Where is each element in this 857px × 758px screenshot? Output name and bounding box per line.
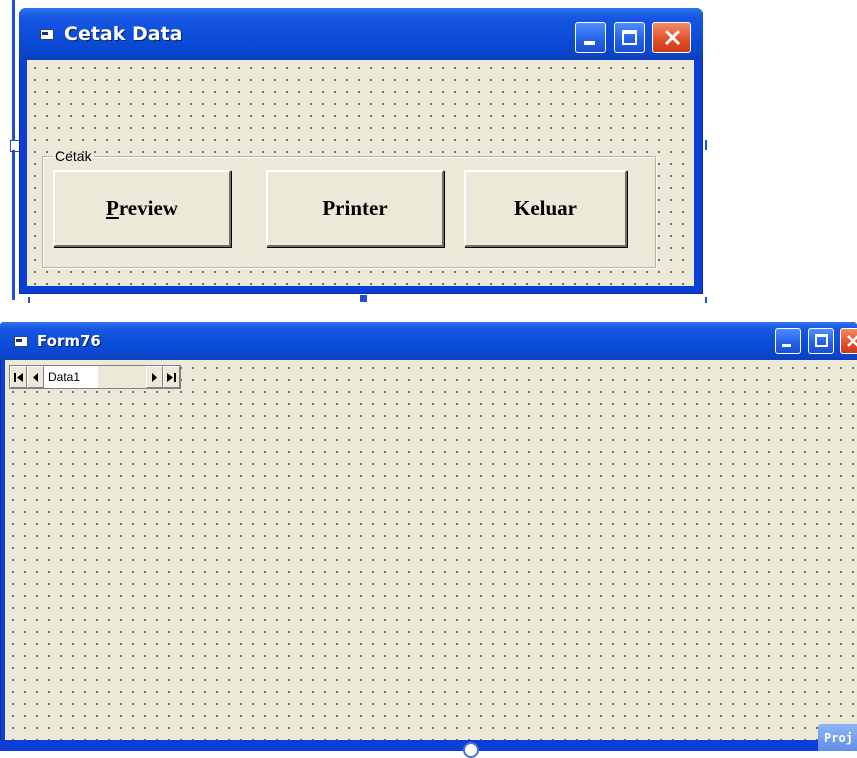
maximize-button[interactable] — [614, 22, 645, 53]
data1-spacer — [98, 366, 146, 388]
window-title: Form76 — [37, 332, 101, 350]
printer-button[interactable]: Printer — [266, 170, 444, 247]
data1-caption: Data1 — [44, 366, 98, 388]
preview-access-key: P — [106, 196, 119, 220]
resize-handle-left-bottom[interactable] — [12, 150, 15, 300]
close-icon — [664, 29, 681, 46]
frame-caption: Cetak — [55, 148, 92, 164]
preview-button[interactable]: Preview — [53, 170, 231, 247]
form76-window: Form76 Data1 — [0, 322, 857, 751]
form76-bottom-border — [0, 740, 857, 751]
minimize-button[interactable] — [575, 22, 606, 53]
maximize-button[interactable] — [808, 328, 834, 354]
cetak-data-client-area: Cetak Preview Printer Keluar — [27, 60, 694, 286]
form76-client-area: Data1 — [5, 360, 857, 740]
close-button[interactable] — [652, 22, 691, 53]
cetak-data-window: Cetak Data Cetak Preview Printer Keluar — [19, 8, 703, 294]
move-first-button[interactable] — [10, 366, 27, 388]
maximize-icon — [815, 334, 828, 347]
window-title: Cetak Data — [64, 23, 183, 45]
close-button[interactable] — [840, 328, 857, 354]
resize-handle-right-mid[interactable] — [705, 140, 707, 150]
next-record-icon — [152, 372, 157, 382]
form76-titlebar[interactable]: Form76 — [0, 322, 857, 360]
resize-handle-bottom-left[interactable] — [28, 297, 30, 303]
last-record-icon — [167, 372, 176, 382]
form-icon — [40, 28, 54, 40]
preview-label: review — [118, 196, 178, 220]
move-next-button[interactable] — [146, 366, 163, 388]
keluar-label: Keluar — [514, 196, 577, 220]
minimize-icon — [584, 41, 595, 45]
resize-handle-bottom-right[interactable] — [705, 297, 707, 303]
maximize-icon — [622, 30, 637, 45]
printer-label: Printer — [322, 196, 388, 220]
move-last-button[interactable] — [163, 366, 180, 388]
keluar-button[interactable]: Keluar — [464, 170, 627, 247]
previous-record-icon — [33, 372, 38, 382]
data1-control[interactable]: Data1 — [9, 365, 181, 389]
minimize-button[interactable] — [775, 328, 801, 354]
minimize-icon — [782, 344, 791, 347]
close-icon — [847, 335, 857, 347]
resize-handle-bottom-mid[interactable] — [360, 295, 367, 302]
project-explorer-tab[interactable]: Proj — [818, 724, 857, 751]
resize-handle-left-top[interactable] — [12, 0, 15, 150]
project-tab-label: Proj — [824, 731, 853, 745]
move-previous-button[interactable] — [27, 366, 44, 388]
scroll-indicator — [463, 742, 479, 758]
first-record-icon — [14, 372, 23, 382]
form-icon — [14, 335, 28, 347]
